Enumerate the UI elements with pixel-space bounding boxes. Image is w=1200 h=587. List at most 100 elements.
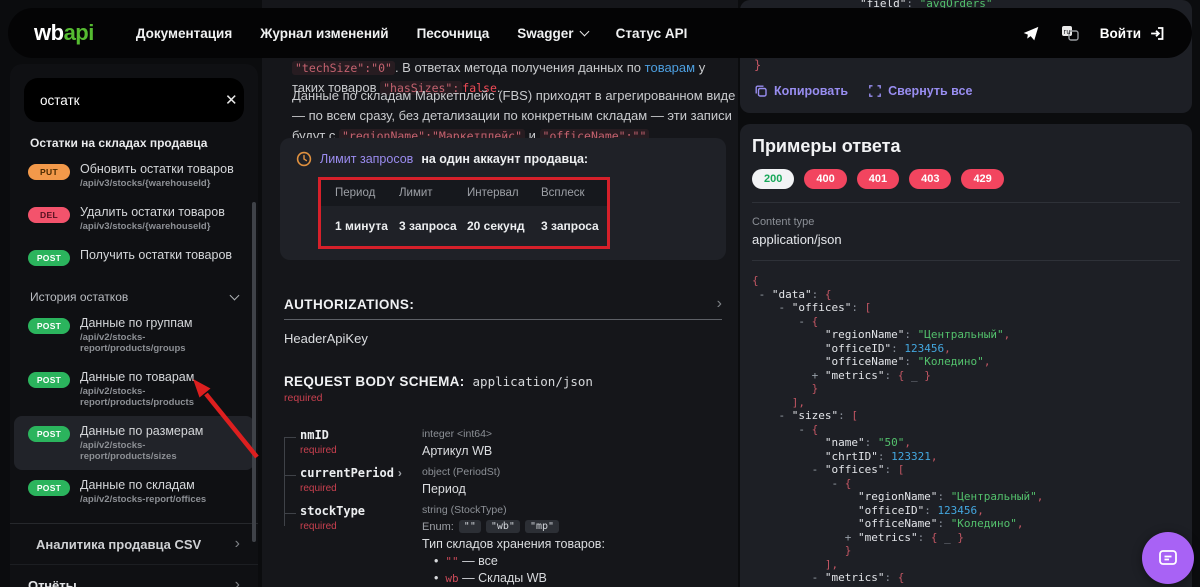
- divider: [752, 202, 1180, 203]
- response-json-code: { - "data": { - "offices": [ - { "region…: [752, 274, 1180, 587]
- code-line: + "metrics": { _ }: [752, 530, 964, 544]
- code-line: ],: [752, 395, 805, 409]
- field-description: Артикул WB: [422, 444, 493, 458]
- endpoint-text: Получить остатки товаров: [80, 248, 232, 262]
- field-type: string (StockType): [422, 504, 507, 516]
- wbapi-logo[interactable]: wb api: [34, 20, 94, 46]
- schema-content-type: application/json: [472, 374, 593, 389]
- field-name: currentPeriod ›: [300, 466, 402, 480]
- schema-field-stocktype: stockType required string (StockType) En…: [284, 504, 726, 587]
- nav-item-1[interactable]: Документация: [136, 26, 232, 41]
- status-chip-200[interactable]: 200: [752, 169, 795, 189]
- endpoint-path: /api/v2/stocks-report/products/sizes: [80, 440, 177, 462]
- nav-item-4[interactable]: Swagger: [517, 25, 590, 41]
- status-chip-401[interactable]: 401: [856, 169, 900, 189]
- endpoint-path: /api/v2/stocks-report/offices: [80, 494, 207, 505]
- sidebar-endpoint-item[interactable]: POST Получить остатки товаров: [14, 240, 254, 274]
- method-badge: POST: [28, 318, 70, 334]
- response-examples-card: Примеры ответа 200 400 401 403 429 Content t…: [740, 124, 1192, 587]
- field-name: nmID: [300, 428, 329, 442]
- logo-wb: wb: [34, 20, 64, 45]
- code-line: }: [752, 382, 819, 395]
- endpoint-text: Данные по размерам/api/v2/stocks-report/…: [80, 424, 240, 462]
- code-line: - "offices": [: [752, 463, 905, 476]
- main-content: Товар не имеет размера, если у него един…: [262, 0, 738, 587]
- limit-table-cell: 20 секунд: [467, 219, 525, 233]
- limit-table-header-cell: Всплеск: [541, 187, 585, 199]
- code-line: - "offices": [: [752, 301, 872, 314]
- method-badge: POST: [28, 480, 70, 496]
- code-line: "officeName": "Коледино",: [752, 355, 991, 368]
- annotation-red-box: Период Лимит Интервал Всплеск 1 минута 3 зап…: [318, 177, 610, 249]
- endpoint-path: /api/v2/stocks-report/products/groups: [80, 332, 186, 354]
- sidebar-link[interactable]: Аналитика продавца CSV ›: [10, 524, 258, 565]
- sidebar-link[interactable]: Отчёты ›: [10, 565, 258, 587]
- status-chip-429[interactable]: 429: [961, 169, 1004, 189]
- clock-icon: [296, 151, 312, 167]
- auth-key-value: HeaderApiKey: [284, 331, 368, 346]
- nav-item-3[interactable]: Песочница: [417, 26, 490, 41]
- logo-api: api: [63, 20, 95, 45]
- method-badge: PUT: [28, 164, 70, 180]
- endpoint-title: Удалить остатки товаров: [80, 205, 225, 219]
- sidebar-endpoint-item[interactable]: POST Данные по складам/api/v2/stocks-repo…: [14, 470, 254, 513]
- endpoint-text: Удалить остатки товаров/api/v3/stocks/{w…: [80, 205, 225, 232]
- sidebar-endpoint-item[interactable]: PUT Обновить остатки товаров/api/v3/stock…: [14, 154, 254, 197]
- code-line: "name": "50",: [752, 436, 911, 449]
- chat-fab-button[interactable]: [1142, 532, 1194, 584]
- endpoint-path: /api/v3/stocks/{warehouseId}: [80, 221, 211, 232]
- chevron-right-icon: ›: [234, 576, 240, 587]
- status-chip-400[interactable]: 400: [804, 169, 847, 189]
- sidebar-link-label: Отчёты: [28, 577, 77, 587]
- login-button[interactable]: Войти: [1100, 25, 1166, 42]
- enum-label: Enum:: [422, 520, 454, 533]
- method-badge: POST: [28, 426, 70, 442]
- code-line: "officeName": "Коледино",: [752, 517, 1024, 530]
- nav-item-5[interactable]: Статус API: [616, 26, 688, 41]
- copy-button[interactable]: Копировать: [754, 84, 848, 98]
- authorizations-row[interactable]: AUTHORIZATIONS: ›: [284, 296, 722, 312]
- endpoint-text: Обновить остатки товаров/api/v3/stocks/{…: [80, 162, 234, 189]
- method-badge: POST: [28, 372, 70, 388]
- chevron-down-icon: [229, 290, 240, 301]
- limit-table-cell: 3 запроса: [399, 219, 457, 233]
- rate-limit-table-header: Период Лимит Интервал Всплеск: [321, 180, 607, 206]
- chat-icon: [1159, 550, 1177, 565]
- sidebar-endpoint-item[interactable]: POST Данные по размерам/api/v2/stocks-rep…: [14, 416, 254, 470]
- rate-limit-link[interactable]: Лимит запросов: [320, 152, 413, 166]
- endpoint-title: Данные по складам: [80, 478, 195, 492]
- sidebar-endpoint-item[interactable]: DEL Удалить остатки товаров/api/v3/stocks…: [14, 197, 254, 240]
- login-label: Войти: [1099, 25, 1141, 41]
- method-badge: POST: [28, 250, 70, 266]
- sidebar-scrollbar[interactable]: [252, 202, 256, 542]
- nav-item-2[interactable]: Журнал изменений: [260, 26, 388, 41]
- endpoint-path: /api/v3/stocks/{warehouseId}: [80, 178, 211, 189]
- endpoint-title: Данные по размерам: [80, 424, 204, 438]
- rate-limit-table-row: 1 минута 3 запроса 20 секунд 3 запроса: [321, 206, 607, 246]
- sidebar-group-header[interactable]: История остатков: [30, 290, 240, 304]
- nav-item-label: Документация: [135, 25, 233, 41]
- schema-label: REQUEST BODY SCHEMA:: [284, 374, 465, 389]
- limit-table-cell: 1 минута: [335, 219, 388, 233]
- enum-bullet: • "" — все: [434, 554, 498, 568]
- nav-menu: Документация Журнал изменений Песочница Swa…: [136, 26, 687, 41]
- sidebar-endpoint-item[interactable]: POST Данные по товарам/api/v2/stocks-repo…: [14, 362, 254, 416]
- schema-field-nmid: nmID required integer <int64> Артикул WB: [284, 428, 726, 458]
- code-line: "chrtID": 123321,: [752, 449, 938, 463]
- collapse-all-button[interactable]: Свернуть все: [868, 84, 972, 98]
- sidebar-endpoint-item[interactable]: POST Данные по группам/api/v2/stocks-repo…: [14, 308, 254, 362]
- search-clear-icon[interactable]: ✕: [217, 91, 238, 109]
- nav-right: ru Войти: [1022, 24, 1166, 42]
- status-chip-403[interactable]: 403: [909, 169, 952, 189]
- telegram-icon[interactable]: [1022, 24, 1040, 42]
- response-examples-title: Примеры ответа: [752, 136, 901, 156]
- limit-table-cell: 3 запроса: [541, 219, 599, 233]
- chevron-right-icon: ›: [234, 535, 240, 552]
- code-line: "officeID": 123456,: [752, 341, 951, 355]
- top-nav: wb api Документация Журнал изменений Песоч…: [8, 8, 1192, 58]
- nav-item-label: Swagger: [517, 25, 574, 41]
- nav-item-label: Статус API: [615, 25, 688, 41]
- language-switch-icon[interactable]: ru: [1060, 24, 1080, 42]
- search-input[interactable]: [40, 92, 217, 108]
- expand-chevron-icon[interactable]: ›: [398, 466, 402, 480]
